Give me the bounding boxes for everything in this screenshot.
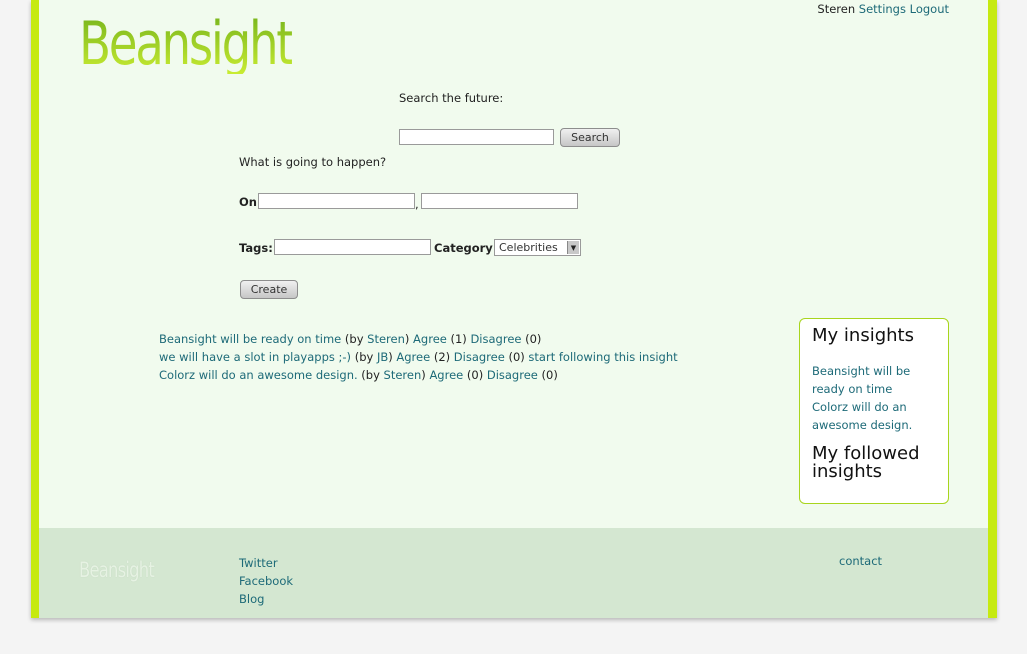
question-label: What is going to happen? bbox=[239, 155, 387, 169]
username: Steren bbox=[817, 2, 856, 16]
disagree-link[interactable]: Disagree bbox=[470, 332, 521, 346]
author-link[interactable]: Steren bbox=[367, 332, 405, 346]
on-separator: , bbox=[415, 197, 419, 211]
disagree-link[interactable]: Disagree bbox=[487, 368, 538, 382]
disagree-link[interactable]: Disagree bbox=[454, 350, 505, 364]
agree-link[interactable]: Agree bbox=[413, 332, 447, 346]
insight-list: Beansight will be ready on time (by Ster… bbox=[159, 330, 678, 384]
category-selected-value: Celebrities bbox=[499, 241, 558, 254]
agree-link[interactable]: Agree bbox=[429, 368, 463, 382]
tags-input[interactable] bbox=[274, 239, 431, 255]
settings-link[interactable]: Settings bbox=[859, 2, 906, 16]
tags-label: Tags: bbox=[239, 241, 273, 255]
agree-count: (0) bbox=[463, 368, 487, 382]
search-label: Search the future: bbox=[399, 91, 504, 105]
my-insights-list: Beansight will be ready on time Colorz w… bbox=[812, 362, 922, 434]
dropdown-arrow-icon[interactable]: ▼ bbox=[567, 241, 579, 254]
on-date-input[interactable] bbox=[258, 193, 415, 209]
category-label: Category: bbox=[434, 241, 498, 255]
on-label: On bbox=[239, 195, 257, 209]
agree-count: (2) bbox=[430, 350, 454, 364]
followed-insights-heading: My followed insights bbox=[812, 443, 920, 482]
my-insights-heading: My insights bbox=[812, 325, 914, 346]
by-prefix: (by bbox=[351, 350, 377, 364]
facebook-link[interactable]: Facebook bbox=[239, 574, 293, 588]
footer-logo: Beansight bbox=[79, 558, 155, 582]
author-link[interactable]: JB bbox=[377, 350, 388, 364]
by-prefix: (by bbox=[357, 368, 384, 382]
footer: Beansight Twitter Facebook Blog contact bbox=[39, 528, 988, 618]
sidebar-panel: My insights Beansight will be ready on t… bbox=[799, 318, 949, 504]
author-link[interactable]: Steren bbox=[384, 368, 422, 382]
my-insight-link[interactable]: Colorz will do an awesome design. bbox=[812, 400, 912, 432]
blog-link[interactable]: Blog bbox=[239, 592, 264, 606]
user-bar: Steren Settings Logout bbox=[817, 2, 949, 16]
insight-title-link[interactable]: we will have a slot in playapps ;-) bbox=[159, 350, 351, 364]
insight-row: we will have a slot in playapps ;-) (by … bbox=[159, 348, 678, 366]
disagree-count: (0) bbox=[537, 368, 558, 382]
logout-link[interactable]: Logout bbox=[910, 2, 949, 16]
my-insight-link[interactable]: Beansight will be ready on time bbox=[812, 364, 910, 396]
insight-title-link[interactable]: Colorz will do an awesome design. bbox=[159, 368, 358, 382]
contact-link[interactable]: contact bbox=[839, 554, 882, 568]
agree-count: (1) bbox=[446, 332, 471, 346]
insight-row: Beansight will be ready on time (by Ster… bbox=[159, 330, 678, 348]
category-select[interactable]: Celebrities ▼ bbox=[494, 239, 581, 256]
follow-insight-link[interactable]: start following this insight bbox=[528, 350, 677, 364]
disagree-count: (0) bbox=[504, 350, 529, 364]
agree-link[interactable]: Agree bbox=[396, 350, 430, 364]
beansight-logo[interactable]: Beansight bbox=[79, 14, 295, 74]
page-content: Beansight Steren Settings Logout Search … bbox=[39, 0, 988, 618]
on-time-input[interactable] bbox=[421, 193, 578, 209]
disagree-count: (0) bbox=[521, 332, 542, 346]
by-prefix: (by bbox=[341, 332, 368, 346]
twitter-link[interactable]: Twitter bbox=[239, 556, 278, 570]
insight-title-link[interactable]: Beansight will be ready on time bbox=[159, 332, 341, 346]
search-input[interactable] bbox=[399, 129, 554, 145]
search-button[interactable]: Search bbox=[560, 128, 620, 147]
by-suffix: ) bbox=[404, 332, 414, 346]
footer-links: Twitter Facebook Blog bbox=[239, 554, 293, 608]
page-frame: Beansight Steren Settings Logout Search … bbox=[31, 0, 997, 618]
insight-row: Colorz will do an awesome design. (by St… bbox=[159, 366, 678, 384]
create-button[interactable]: Create bbox=[240, 280, 298, 299]
